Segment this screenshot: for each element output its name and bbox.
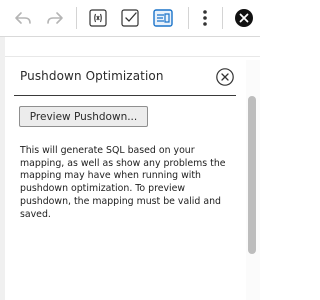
panel-description: This will generate SQL based on your map…	[20, 145, 226, 220]
panel-title: Pushdown Optimization	[20, 69, 164, 83]
formula-icon[interactable]	[86, 6, 110, 30]
undo-icon[interactable]	[12, 6, 34, 30]
title-divider	[14, 95, 236, 96]
toolbar	[0, 0, 260, 37]
scrollbar-thumb[interactable]	[248, 96, 256, 254]
close-panel-button[interactable]	[215, 67, 235, 87]
close-circle-icon[interactable]	[232, 6, 256, 30]
close-icon	[216, 68, 234, 86]
toolbar-separator	[76, 7, 77, 29]
toolbar-separator	[222, 7, 223, 29]
validate-icon[interactable]	[118, 6, 142, 30]
panel-gutter	[0, 37, 5, 300]
preview-pushdown-button[interactable]: Preview Pushdown...	[19, 106, 148, 127]
redo-icon[interactable]	[44, 6, 66, 30]
panel-divider	[5, 56, 260, 57]
toolbar-separator	[188, 7, 189, 29]
pushdown-optimization-icon[interactable]	[150, 6, 176, 30]
more-options-icon[interactable]	[197, 6, 213, 30]
